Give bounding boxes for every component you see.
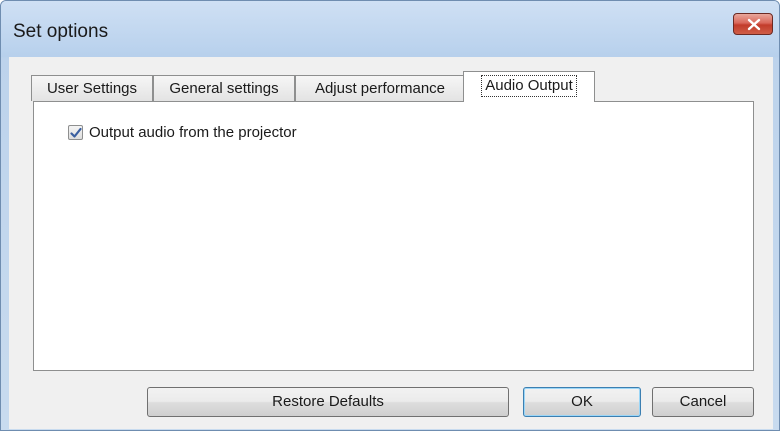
cancel-button[interactable]: Cancel xyxy=(652,387,754,417)
tab-label: Adjust performance xyxy=(314,80,446,97)
tab-label: User Settings xyxy=(46,80,138,97)
ok-button[interactable]: OK xyxy=(523,387,641,417)
close-button[interactable] xyxy=(733,13,773,35)
output-audio-checkbox[interactable] xyxy=(68,125,83,140)
set-options-dialog: Set options User Settings General settin… xyxy=(0,0,780,431)
tab-audio-output[interactable]: Audio Output xyxy=(463,71,595,102)
window-title: Set options xyxy=(13,21,109,42)
tab-general-settings[interactable]: General settings xyxy=(153,75,295,101)
dialog-client-area: User Settings General settings Adjust pe… xyxy=(9,57,773,429)
button-label: OK xyxy=(571,393,593,410)
button-label: Cancel xyxy=(679,393,727,410)
tab-user-settings[interactable]: User Settings xyxy=(31,75,153,101)
restore-defaults-button[interactable]: Restore Defaults xyxy=(147,387,509,417)
title-bar[interactable]: Set options xyxy=(1,1,779,57)
close-icon xyxy=(747,18,761,31)
button-label: Restore Defaults xyxy=(272,393,384,410)
tab-label: Audio Output xyxy=(481,75,577,97)
tab-label: General settings xyxy=(169,80,279,97)
tab-adjust-performance[interactable]: Adjust performance xyxy=(295,75,465,101)
tab-panel-audio-output: Output audio from the projector xyxy=(33,101,754,371)
output-audio-label[interactable]: Output audio from the projector xyxy=(89,124,297,141)
checkmark-icon xyxy=(70,127,82,138)
